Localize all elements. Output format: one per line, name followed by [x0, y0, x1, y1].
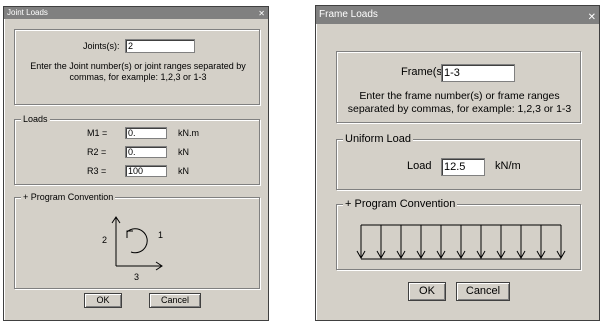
load-label: Load — [407, 160, 432, 172]
joint-loads-titlebar: Joint Loads ✕ — [4, 7, 268, 19]
joint-convention-group: + Program Convention 1 2 3 — [14, 192, 260, 289]
uniform-load-legend: Uniform Load — [343, 133, 414, 145]
joint-ok-button[interactable]: OK — [84, 293, 122, 308]
close-icon[interactable]: ✕ — [588, 9, 596, 27]
joint-loads-dialog: Joint Loads ✕ Joints(s): 2 Enter the Joi… — [3, 6, 269, 321]
load-unit: kN/m — [495, 160, 521, 172]
r2-unit: kN — [178, 147, 189, 157]
frames-instructions: Enter the frame number(s) or frame range… — [347, 90, 572, 115]
m1-input[interactable]: 0. — [125, 127, 167, 139]
r3-input[interactable]: 100 — [125, 165, 167, 177]
axis-3-label: 3 — [134, 272, 140, 282]
m1-unit: kN.m — [178, 128, 199, 138]
joints-input[interactable]: 2 — [125, 39, 195, 53]
uniform-load-diagram — [356, 224, 566, 260]
frame-ok-button[interactable]: OK — [408, 282, 446, 301]
joints-instructions: Enter the Joint number(s) or joint range… — [30, 61, 246, 82]
r2-label: R2 = — [87, 147, 107, 157]
m1-label: M1 = — [87, 128, 108, 138]
frames-label: Frame(s) — [401, 66, 446, 78]
joints-label: Joints(s): — [83, 41, 120, 51]
frame-convention-group: + Program Convention — [336, 198, 581, 270]
axis-2-label: 2 — [102, 235, 108, 245]
loads-legend: Loads — [21, 114, 50, 124]
frame-cancel-button[interactable]: Cancel — [456, 282, 510, 301]
r3-unit: kN — [178, 166, 189, 176]
uniform-load-group: Uniform Load Load 12.5 kN/m — [336, 133, 581, 190]
frame-selection-group: Frame(s) 1-3 Enter the frame number(s) o… — [336, 51, 581, 123]
frame-loads-titlebar: Frame Loads ✕ — [316, 6, 599, 24]
close-icon[interactable]: ✕ — [258, 8, 265, 20]
frame-loads-dialog: Frame Loads ✕ Frame(s) 1-3 Enter the fra… — [315, 5, 600, 321]
joint-loads-title: Joint Loads — [7, 8, 48, 17]
r2-input[interactable]: 0. — [125, 146, 167, 158]
frame-loads-title: Frame Loads — [319, 9, 378, 20]
load-input[interactable]: 12.5 — [441, 158, 485, 176]
r3-label: R3 = — [87, 166, 107, 176]
joint-cancel-button[interactable]: Cancel — [149, 293, 201, 308]
joint-selection-group: Joints(s): 2 Enter the Joint number(s) o… — [14, 29, 260, 105]
axis-1-label: 1 — [158, 230, 164, 240]
frames-input[interactable]: 1-3 — [441, 64, 515, 82]
loads-group: Loads M1 = 0. kN.m R2 = 0. kN R3 = 100 k… — [14, 114, 260, 185]
